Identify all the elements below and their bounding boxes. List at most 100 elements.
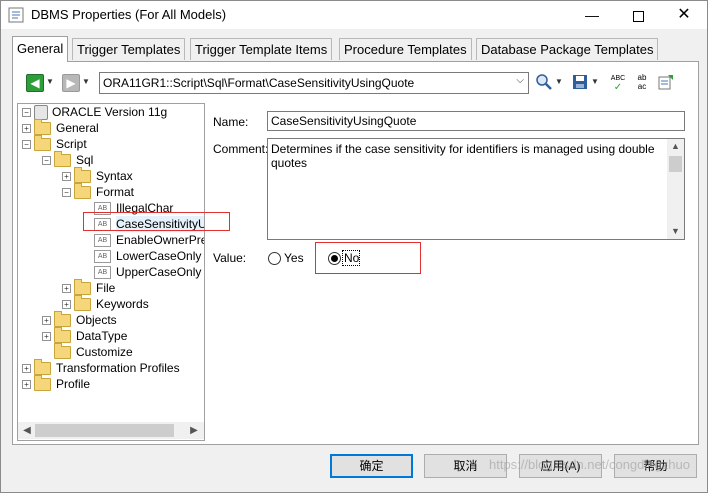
tree-item-label: General	[56, 121, 99, 135]
comment-vertical-scrollbar[interactable]: ▲ ▼	[667, 139, 684, 239]
save-dropdown-icon[interactable]: ▼	[591, 77, 599, 86]
tree-item-label: Format	[96, 185, 135, 199]
text-item-icon: AB	[94, 234, 111, 247]
expand-icon[interactable]: +	[62, 300, 71, 309]
collapse-icon[interactable]: −	[62, 188, 71, 197]
folder-icon	[34, 359, 51, 375]
tree-item-label: Syntax	[96, 169, 133, 183]
scroll-up-icon[interactable]: ▲	[667, 139, 684, 154]
comment-value: Determines if the case sensitivity for i…	[271, 142, 655, 170]
back-arrow-icon[interactable]: ◀	[26, 74, 44, 92]
replace-icon[interactable]: ab ac	[633, 73, 651, 91]
tree-item-label: LowerCaseOnly	[116, 249, 202, 263]
check-mark-icon: ✓	[613, 82, 623, 93]
spellcheck-text: ABC	[610, 75, 626, 82]
tree-item-label: DataType	[76, 329, 128, 343]
highlight-box-tree-item	[83, 212, 230, 231]
folder-icon	[54, 343, 71, 359]
comment-textarea[interactable]: Determines if the case sensitivity for i…	[267, 138, 685, 240]
expand-icon[interactable]: +	[22, 364, 31, 373]
tab-trigger-templates[interactable]: Trigger Templates	[72, 38, 186, 60]
ok-button[interactable]: 确定	[330, 454, 413, 478]
tab-general[interactable]: General	[12, 36, 69, 62]
path-combobox[interactable]: ORA11GR1::Script\Sql\Format\CaseSensitiv…	[99, 72, 529, 94]
save-icon[interactable]	[571, 73, 589, 91]
cancel-button[interactable]: 取消	[424, 454, 507, 478]
folder-icon	[74, 167, 91, 183]
search-dropdown-icon[interactable]: ▼	[555, 77, 563, 86]
forward-dropdown-icon[interactable]: ▼	[82, 77, 90, 86]
folder-icon	[34, 119, 51, 135]
folder-icon	[54, 327, 71, 343]
folder-icon	[74, 183, 91, 199]
tab-database-package-templates[interactable]: Database Package Templates	[476, 38, 659, 60]
apply-button[interactable]: 应用(A)	[519, 454, 602, 478]
forward-arrow-icon[interactable]: ▶	[62, 74, 80, 92]
close-icon: ✕	[677, 6, 691, 23]
scroll-right-icon[interactable]: ▶	[187, 424, 201, 437]
tree-horizontal-scrollbar[interactable]: ◀ ▶	[18, 422, 204, 439]
expand-icon[interactable]: +	[22, 380, 31, 389]
tab-trigger-template-items[interactable]: Trigger Template Items	[190, 38, 333, 60]
tab-procedure-templates[interactable]: Procedure Templates	[339, 38, 472, 60]
name-value: CaseSensitivityUsingQuote	[271, 114, 417, 128]
tree-item-label: Keywords	[96, 297, 149, 311]
help-button[interactable]: 帮助	[614, 454, 697, 478]
path-value: ORA11GR1::Script\Sql\Format\CaseSensitiv…	[103, 76, 415, 90]
spellcheck-icon[interactable]: ABC ✓	[609, 73, 627, 93]
toolbar: ◀ ▼ ▶ ▼ ORA11GR1::Script\Sql\Format\Case…	[13, 62, 698, 100]
name-field[interactable]: CaseSensitivityUsingQuote	[267, 111, 685, 131]
database-icon	[34, 105, 48, 120]
tree-item-label: Profile	[56, 377, 91, 391]
scroll-thumb[interactable]	[35, 424, 174, 437]
name-label: Name:	[213, 115, 249, 129]
folder-icon	[54, 151, 71, 167]
highlight-box-value	[315, 242, 421, 274]
folder-icon	[74, 295, 91, 311]
search-icon[interactable]	[535, 73, 553, 91]
collapse-icon[interactable]: −	[22, 108, 31, 117]
folder-icon	[74, 279, 91, 295]
comment-label: Comment:	[213, 142, 269, 156]
scroll-left-icon[interactable]: ◀	[20, 424, 34, 437]
tree-item-label: File	[96, 281, 116, 295]
minimize-button[interactable]: —	[569, 1, 615, 29]
dbms-properties-window: DBMS Properties (For All Models) — ✕ Gen…	[0, 0, 708, 493]
yes-radio[interactable]	[268, 252, 281, 265]
app-icon	[8, 7, 24, 23]
expand-icon[interactable]: +	[62, 284, 71, 293]
properties-tree[interactable]: − ORACLE Version 11g + General − Script …	[17, 103, 205, 441]
expand-icon[interactable]: +	[42, 316, 51, 325]
value-label: Value:	[213, 251, 247, 265]
collapse-icon[interactable]: −	[22, 140, 31, 149]
folder-icon	[54, 311, 71, 327]
scroll-down-icon[interactable]: ▼	[667, 224, 684, 239]
folder-icon	[34, 135, 51, 151]
properties-icon[interactable]	[657, 73, 675, 91]
tree-item-label: Objects	[76, 313, 117, 327]
collapse-icon[interactable]: −	[42, 156, 51, 165]
expand-icon[interactable]: +	[22, 124, 31, 133]
tree-item-label: ORACLE Version 11g	[52, 105, 168, 119]
close-button[interactable]: ✕	[661, 1, 707, 29]
tree-item-label: Script	[56, 137, 87, 151]
tree-item-label: Transformation Profiles	[56, 361, 180, 375]
tree-item-label: Sql	[76, 153, 94, 167]
chevron-down-icon[interactable]: ⌵	[516, 75, 524, 86]
tree-item-label: Customize	[76, 345, 133, 359]
back-dropdown-icon[interactable]: ▼	[46, 77, 54, 86]
expand-icon[interactable]: +	[42, 332, 51, 341]
maximize-button[interactable]	[615, 1, 661, 29]
text-item-icon: AB	[94, 266, 111, 279]
yes-radio-label[interactable]: Yes	[284, 251, 304, 265]
text-item-icon: AB	[94, 250, 111, 263]
window-title: DBMS Properties (For All Models)	[31, 7, 227, 22]
minimize-icon: —	[585, 7, 599, 23]
title-bar[interactable]: DBMS Properties (For All Models) — ✕	[1, 1, 707, 29]
tree-item-label: UpperCaseOnly	[116, 265, 202, 279]
scroll-thumb[interactable]	[669, 156, 682, 172]
expand-icon[interactable]: +	[62, 172, 71, 181]
replace-text: ab ac	[637, 73, 647, 91]
maximize-icon	[632, 10, 644, 22]
folder-icon	[34, 375, 51, 391]
